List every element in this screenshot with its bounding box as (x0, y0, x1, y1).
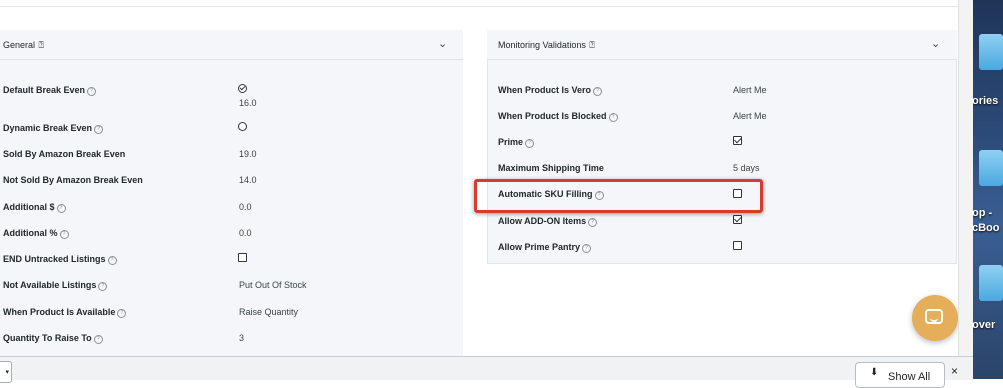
help-icon[interactable]: ? (59, 230, 69, 239)
general-panel-header[interactable]: General ⍰ ⌄ (0, 30, 463, 60)
not-available-listings-value[interactable]: Put Out Of Stock (239, 280, 307, 290)
folder-icon[interactable] (979, 150, 1003, 186)
allow-prime-pantry-checkbox[interactable] (733, 241, 742, 250)
help-icon[interactable]: ? (93, 335, 103, 344)
help-icon[interactable]: ? (117, 309, 127, 318)
default-break-even-radio[interactable] (238, 84, 247, 93)
help-icon[interactable]: ? (107, 256, 117, 265)
max-shipping-time-value[interactable]: 5 days (733, 163, 760, 173)
allow-addon-items-label: Allow ADD-ON Items? (498, 216, 598, 227)
dynamic-break-even-label: Dynamic Break Even? (3, 123, 104, 134)
additional-dollar-value: 0.0 (239, 202, 252, 212)
allow-prime-pantry-label: Allow Prime Pantry? (498, 242, 592, 253)
default-break-even-label: Default Break Even? (3, 85, 97, 96)
monitoring-panel-header[interactable]: Monitoring Validations ⍰ ⌄ (487, 30, 957, 60)
help-icon[interactable]: ? (582, 244, 592, 253)
help-icon[interactable]: ? (98, 282, 108, 291)
desktop-label: ories (973, 95, 999, 107)
desktop-label: op - (973, 207, 993, 219)
help-icon[interactable]: ? (87, 87, 97, 96)
help-icon[interactable]: ? (593, 87, 603, 96)
allow-addon-items-checkbox[interactable] (733, 215, 742, 224)
prime-checkbox[interactable] (733, 136, 742, 145)
folder-icon[interactable] (979, 34, 1003, 70)
quantity-to-raise-value[interactable]: 3 (239, 333, 244, 343)
question-circle-icon[interactable]: ⍰ (39, 40, 44, 50)
page-scrollbar[interactable] (958, 0, 974, 357)
not-available-listings-label: Not Available Listings? (3, 280, 108, 291)
end-untracked-listings-checkbox[interactable] (238, 253, 247, 262)
product-vero-label: When Product Is Vero? (498, 85, 603, 96)
when-product-available-label: When Product Is Available? (3, 307, 127, 318)
general-panel-title: General ⍰ (3, 40, 44, 50)
top-divider (0, 6, 958, 7)
product-vero-value[interactable]: Alert Me (733, 85, 767, 95)
help-icon[interactable]: ? (608, 113, 618, 122)
show-all-button[interactable]: ⬇ Show All (855, 362, 945, 388)
select-dropdown[interactable]: ▾ (0, 361, 12, 383)
close-icon[interactable]: × (951, 364, 958, 378)
product-blocked-label: When Product Is Blocked? (498, 111, 618, 122)
download-bar: ▾ ⬇ Show All × (0, 356, 973, 388)
chevron-down-icon[interactable]: ⌄ (931, 39, 940, 50)
sold-by-amazon-value: 19.0 (239, 149, 257, 159)
chat-bubble-icon (925, 309, 943, 324)
desktop-label: over (973, 319, 996, 331)
when-product-available-value[interactable]: Raise Quantity (239, 307, 298, 317)
question-circle-icon[interactable]: ⍰ (589, 40, 594, 50)
max-shipping-time-label: Maximum Shipping Time (498, 163, 604, 173)
dynamic-break-even-radio[interactable] (238, 122, 247, 131)
additional-percent-label: Additional %? (3, 228, 69, 239)
desktop-label: cBoo (973, 222, 1000, 234)
product-blocked-value[interactable]: Alert Me (733, 111, 767, 121)
show-all-label: Show All (888, 371, 931, 383)
chevron-down-icon[interactable]: ⌄ (438, 39, 447, 50)
not-sold-by-amazon-label: Not Sold By Amazon Break Even (3, 175, 143, 185)
monitoring-panel-title: Monitoring Validations ⍰ (498, 40, 595, 50)
desktop-background: ories op - cBoo over (973, 0, 1003, 379)
monitoring-panel: Monitoring Validations ⍰ ⌄ (487, 30, 957, 264)
highlight-box (474, 179, 763, 213)
additional-dollar-label: Additional $? (3, 202, 66, 213)
folder-icon[interactable] (979, 265, 1003, 301)
help-icon[interactable]: ? (588, 218, 598, 227)
quantity-to-raise-label: Quantity To Raise To? (3, 333, 103, 344)
end-untracked-listings-label: END Untracked Listings? (3, 254, 117, 265)
prime-label: Prime? (498, 137, 535, 148)
help-icon[interactable]: ? (94, 125, 104, 134)
download-arrow-icon: ⬇ (870, 367, 879, 378)
sold-by-amazon-label: Sold By Amazon Break Even (3, 149, 126, 159)
not-sold-by-amazon-value: 14.0 (239, 175, 257, 185)
help-icon[interactable]: ? (525, 139, 535, 148)
top-area (0, 0, 958, 30)
help-icon[interactable]: ? (56, 204, 66, 213)
additional-percent-value: 0.0 (239, 228, 252, 238)
chat-button[interactable] (912, 295, 958, 341)
default-break-even-value: 16.0 (239, 98, 257, 108)
